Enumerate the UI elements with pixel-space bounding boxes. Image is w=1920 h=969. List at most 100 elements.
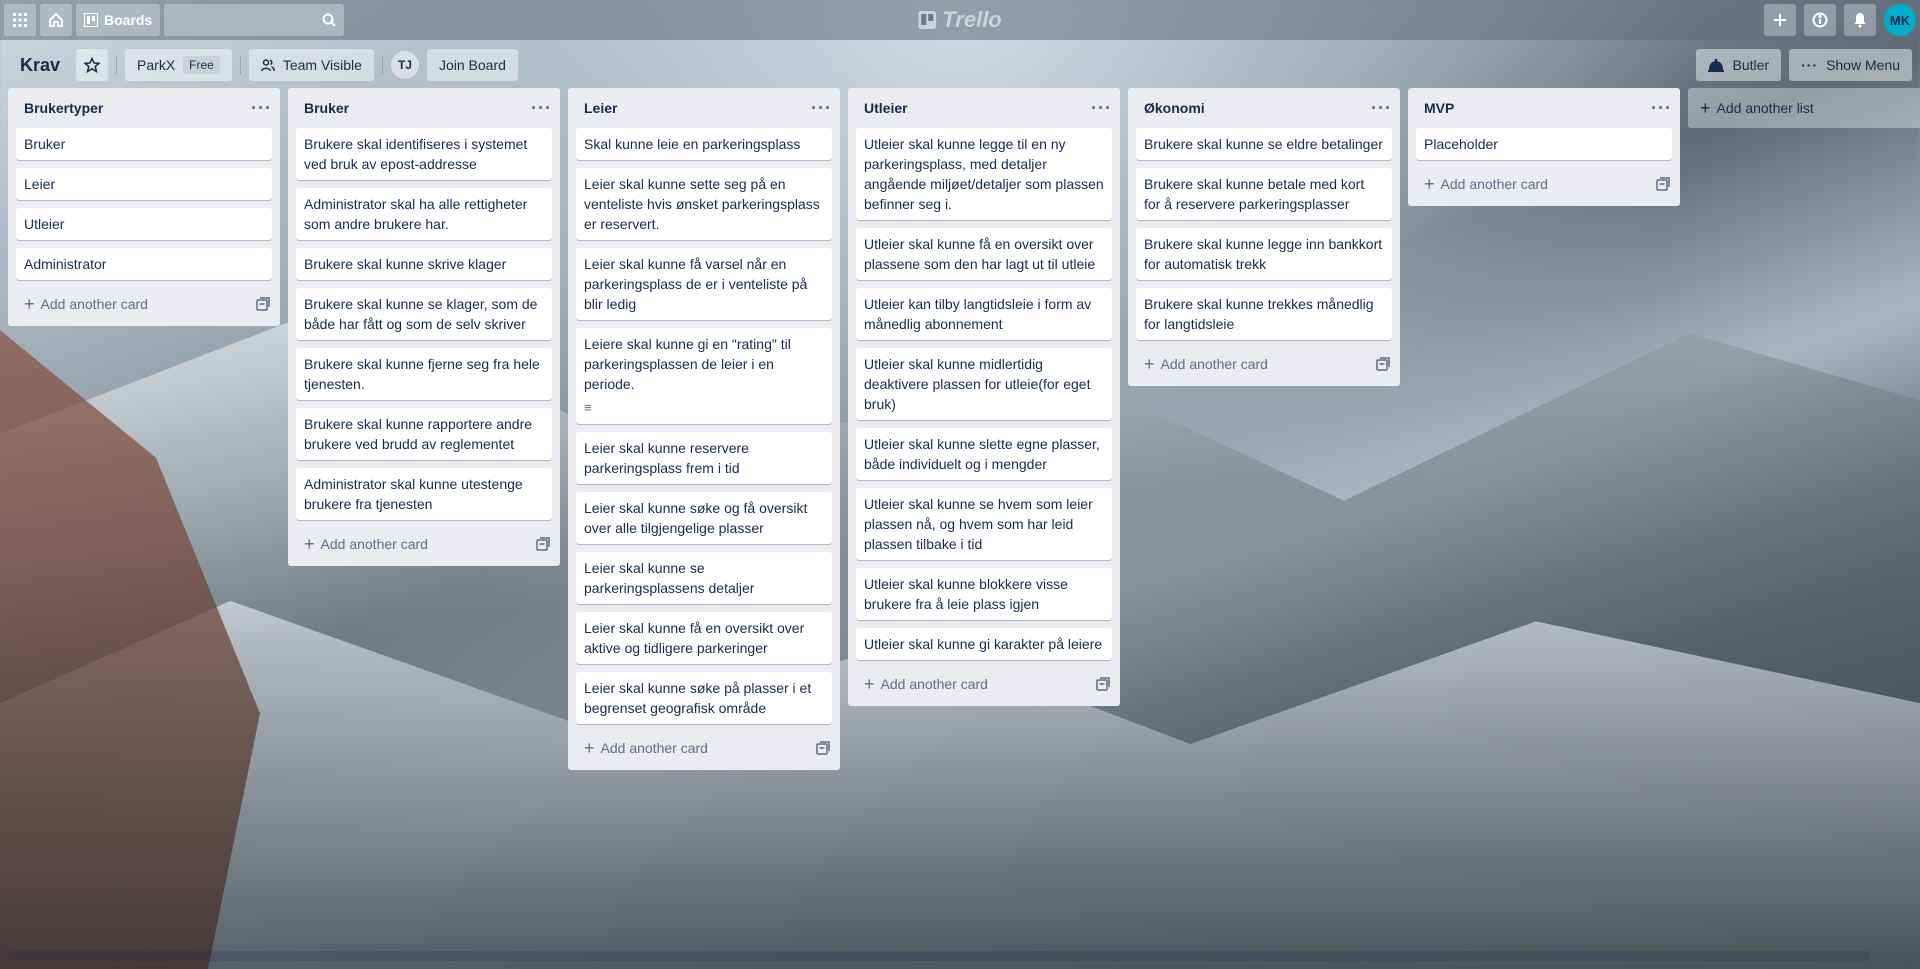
add-list-button[interactable]: + Add another list xyxy=(1688,88,1920,128)
team-name: ParkX xyxy=(137,57,176,73)
card[interactable]: Brukere skal kunne legge inn bankkort fo… xyxy=(1136,228,1392,280)
list-title[interactable]: Økonomi xyxy=(1144,100,1205,116)
template-icon[interactable] xyxy=(1656,177,1670,191)
card[interactable]: Leier skal kunne sette seg på en venteli… xyxy=(576,168,832,240)
card[interactable]: Utleier skal kunne se hvem som leier pla… xyxy=(856,488,1112,560)
add-card-button[interactable]: + Add another card xyxy=(848,668,1120,700)
visibility-button[interactable]: Team Visible xyxy=(248,49,374,81)
user-avatar[interactable]: MK xyxy=(1884,4,1916,36)
card[interactable]: Leier skal kunne få en oversikt over akt… xyxy=(576,612,832,664)
card[interactable]: Leier skal kunne reservere parkeringspla… xyxy=(576,432,832,484)
card[interactable]: Leier skal kunne se parkeringsplassens d… xyxy=(576,552,832,604)
template-icon[interactable] xyxy=(816,741,830,755)
card[interactable]: Leier skal kunne søke og få oversikt ove… xyxy=(576,492,832,544)
card[interactable]: Brukere skal kunne se klager, som de båd… xyxy=(296,288,552,340)
create-button[interactable] xyxy=(1764,4,1796,36)
list-menu-icon[interactable]: ··· xyxy=(1651,98,1672,119)
home-button[interactable] xyxy=(40,4,72,36)
notifications-button[interactable] xyxy=(1844,4,1876,36)
horizontal-scrollbar[interactable] xyxy=(8,951,1870,961)
card[interactable]: Administrator skal kunne utestenge bruke… xyxy=(296,468,552,520)
join-board-button[interactable]: Join Board xyxy=(426,49,518,81)
card[interactable]: Brukere skal kunne skrive klager xyxy=(296,248,552,280)
card[interactable]: Utleier skal kunne slette egne plasser, … xyxy=(856,428,1112,480)
board-title[interactable]: Krav xyxy=(20,55,60,76)
team-button[interactable]: ParkX Free xyxy=(125,49,232,81)
card-container: Brukere skal identifiseres i systemet ve… xyxy=(288,128,560,520)
search-input[interactable] xyxy=(164,4,345,36)
add-card-link[interactable]: + Add another card xyxy=(24,294,148,315)
list-title[interactable]: Bruker xyxy=(304,100,349,116)
add-card-link[interactable]: + Add another card xyxy=(304,534,428,555)
card[interactable]: Leier skal kunne få varsel når en parker… xyxy=(576,248,832,320)
card[interactable]: Administrator xyxy=(16,248,272,280)
divider xyxy=(116,56,118,74)
card[interactable]: Skal kunne leie en parkeringsplass xyxy=(576,128,832,160)
template-icon[interactable] xyxy=(1376,357,1390,371)
team-visibility-icon xyxy=(260,59,275,72)
list-header[interactable]: Bruker ··· xyxy=(288,88,560,128)
add-card-link[interactable]: + Add another card xyxy=(864,674,988,695)
card[interactable]: Brukere skal kunne rapportere andre bruk… xyxy=(296,408,552,460)
add-card-button[interactable]: + Add another card xyxy=(1408,168,1680,200)
list-header[interactable]: Økonomi ··· xyxy=(1128,88,1400,128)
list: Brukertyper ··· Bruker Leier Utleier Administ… xyxy=(8,88,280,326)
card[interactable]: Utleier skal kunne få en oversikt over p… xyxy=(856,228,1112,280)
trello-logo[interactable]: Trello xyxy=(918,7,1002,33)
add-card-button[interactable]: + Add another card xyxy=(8,288,280,320)
bell-icon xyxy=(1854,13,1866,28)
card[interactable]: Utleier skal kunne blokkere visse bruker… xyxy=(856,568,1112,620)
list-menu-icon[interactable]: ··· xyxy=(531,98,552,119)
template-icon[interactable] xyxy=(256,297,270,311)
list-header[interactable]: Utleier ··· xyxy=(848,88,1120,128)
add-card-button[interactable]: + Add another card xyxy=(1128,348,1400,380)
card[interactable]: Utleier skal kunne legge til en ny parke… xyxy=(856,128,1112,220)
list-menu-icon[interactable]: ··· xyxy=(1371,98,1392,119)
card[interactable]: Leiere skal kunne gi en "rating" til par… xyxy=(576,328,832,424)
card[interactable]: Leier skal kunne søke på plasser i et be… xyxy=(576,672,832,724)
list-title[interactable]: Leier xyxy=(584,100,617,116)
card[interactable]: Leier xyxy=(16,168,272,200)
card[interactable]: Placeholder xyxy=(1416,128,1672,160)
list-menu-icon[interactable]: ··· xyxy=(251,98,272,119)
star-button[interactable] xyxy=(76,49,109,81)
card[interactable]: Bruker xyxy=(16,128,272,160)
card[interactable]: Utleier xyxy=(16,208,272,240)
list-title[interactable]: Brukertyper xyxy=(24,100,103,116)
add-card-link[interactable]: + Add another card xyxy=(584,738,708,759)
list-title[interactable]: Utleier xyxy=(864,100,908,116)
template-icon[interactable] xyxy=(536,537,550,551)
card[interactable]: Utleier kan tilby langtidsleie i form av… xyxy=(856,288,1112,340)
member-avatar[interactable]: TJ xyxy=(390,51,419,79)
card[interactable]: Brukere skal kunne betale med kort for å… xyxy=(1136,168,1392,220)
list-title[interactable]: MVP xyxy=(1424,100,1454,116)
add-card-link[interactable]: + Add another card xyxy=(1424,174,1548,195)
template-icon[interactable] xyxy=(1096,677,1110,691)
list-header[interactable]: Brukertyper ··· xyxy=(8,88,280,128)
card[interactable]: Administrator skal ha alle rettigheter s… xyxy=(296,188,552,240)
card[interactable]: Utleier skal kunne midlertidig deaktiver… xyxy=(856,348,1112,420)
list-menu-icon[interactable]: ··· xyxy=(811,98,832,119)
card-title: Placeholder xyxy=(1424,136,1498,152)
add-card-button[interactable]: + Add another card xyxy=(288,528,560,560)
apps-button[interactable] xyxy=(4,4,36,36)
card[interactable]: Brukere skal identifiseres i systemet ve… xyxy=(296,128,552,180)
show-menu-button[interactable]: ··· Show Menu xyxy=(1789,49,1912,81)
add-card-link[interactable]: + Add another card xyxy=(1144,354,1268,375)
add-card-button[interactable]: + Add another card xyxy=(568,732,840,764)
list-header[interactable]: MVP ··· xyxy=(1408,88,1680,128)
plus-icon: + xyxy=(864,673,875,694)
list-menu-icon[interactable]: ··· xyxy=(1091,98,1112,119)
info-button[interactable] xyxy=(1804,4,1836,36)
card[interactable]: Utleier skal kunne gi karakter på leiere xyxy=(856,628,1112,660)
card[interactable]: Brukere skal kunne fjerne seg fra hele t… xyxy=(296,348,552,400)
boards-button[interactable]: Boards xyxy=(76,4,161,36)
card-title: Utleier skal kunne blokkere visse bruker… xyxy=(864,576,1068,612)
card[interactable]: Brukere skal kunne se eldre betalinger xyxy=(1136,128,1392,160)
list-header[interactable]: Leier ··· xyxy=(568,88,840,128)
add-card-label: Add another card xyxy=(40,296,148,312)
list: Økonomi ··· Brukere skal kunne se eldre be… xyxy=(1128,88,1400,386)
card-title: Administrator skal kunne utestenge bruke… xyxy=(304,476,523,512)
card[interactable]: Brukere skal kunne trekkes månedlig for … xyxy=(1136,288,1392,340)
butler-button[interactable]: Butler xyxy=(1696,49,1782,81)
